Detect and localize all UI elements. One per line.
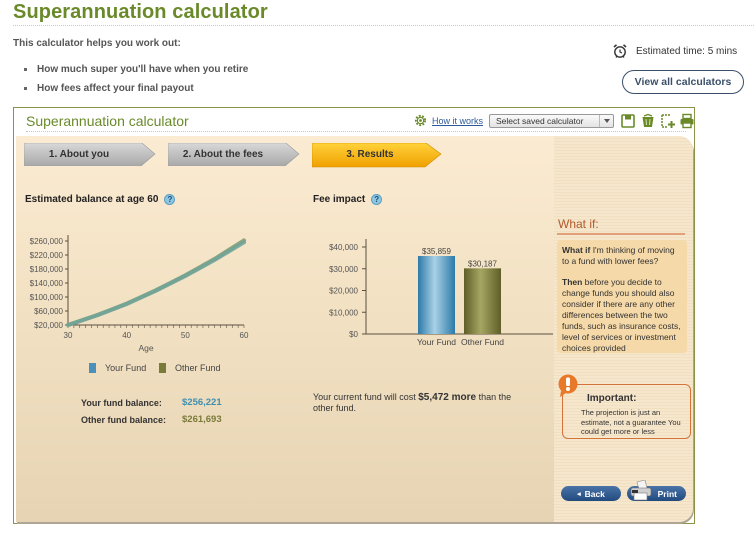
gear-icon [414,114,427,127]
important-notice: Important: The projection is just an est… [562,384,691,439]
important-title: Important: [587,393,637,404]
step-tab-about-fees[interactable]: 2. About the fees [168,143,300,166]
legend-your-fund: Your Fund [89,363,146,373]
your-fund-balance-value: $256,221 [182,397,222,408]
y-tick-label: $260,000 [30,237,64,246]
fee-impact-bar-chart: $0 $10,000 $20,000 $30,000 $40,000 $35,859 You… [329,239,553,346]
balance-section-title: Estimated balance at age 60 ? [25,194,176,205]
other-fund-balance-label: Other fund balance: [81,415,167,425]
step-tab-results[interactable]: 3. Results [312,143,442,168]
fee-note-prefix: Your current fund will cost [313,392,416,402]
what-if-divider [557,233,685,235]
x-tick-label: 40 [122,331,131,340]
legend-swatch [89,363,96,373]
x-axis-label: Age [138,343,153,353]
bar-other-fund [464,268,501,334]
print-button[interactable]: Print [627,480,686,501]
legend-other-fund: Other Fund [159,363,221,373]
x-category-label: Your Fund [417,337,456,346]
help-icon[interactable]: ? [371,194,383,205]
x-tick-label: 60 [240,331,249,340]
what-if-answer-text: before you decide to change funds you sh… [562,277,681,353]
feature-item: How much super you'll have when you reti… [24,64,248,83]
important-text: The projection is just an estimate, not … [581,408,681,436]
legend-label: Other Fund [175,363,221,373]
y-tick-label: $20,000 [34,321,63,330]
warning-icon [558,374,578,397]
calculator-title: Superannuation calculator [26,113,189,129]
back-button[interactable]: ◂ Back [561,486,621,501]
intro-text: This calculator helps you work out: [13,38,181,49]
y-tick-label: $100,000 [30,293,64,302]
y-tick-label: $0 [349,330,358,339]
y-tick-label: $140,000 [30,279,64,288]
bar-data-label: $35,859 [422,247,451,256]
step-label: 3. Results [346,149,394,160]
fee-impact-title: Fee impact [313,194,366,205]
view-all-calculators-button[interactable]: View all calculators [622,70,744,94]
what-if-answer-lead: Then [562,277,583,287]
save-icon[interactable] [620,113,636,129]
x-tick-label: 30 [64,331,73,340]
y-tick-label: $20,000 [329,287,358,296]
your-fund-balance-label: Your fund balance: [81,398,162,408]
calculator-panel: Superannuation calculator How it works S… [13,107,695,524]
help-icon[interactable]: ? [164,194,176,205]
fee-note-amount: $5,472 more [418,392,477,403]
y-tick-label: $30,000 [329,265,358,274]
estimated-time: Estimated time: 5 mins [612,43,737,59]
y-tick-label: $10,000 [329,308,358,317]
x-category-label: Other Fund [461,337,504,346]
legend-swatch [159,363,166,373]
alarm-clock-icon [613,44,627,58]
y-tick-label: $180,000 [30,265,64,274]
fee-impact-section-title: Fee impact ? [313,194,383,205]
page-title: Superannuation calculator [13,1,268,23]
bar-data-label: $30,187 [468,259,497,268]
y-tick-label: $220,000 [30,251,64,260]
chevron-down-icon [599,115,613,127]
x-tick-label: 50 [181,331,190,340]
back-arrow-icon: ◂ [577,490,581,498]
title-divider [13,25,754,26]
how-it-works-label: How it works [432,115,484,126]
how-it-works-link[interactable]: How it works [414,114,483,127]
print-label: Print [657,488,677,499]
step-label: 2. About the fees [182,149,264,160]
print-icon[interactable] [679,113,695,129]
feature-list: How much super you'll have when you reti… [24,64,248,101]
what-if-title: What if: [558,217,599,231]
series-line-other-fund [66,238,246,327]
printer-icon [630,480,652,501]
what-if-answer: Then before you decide to change funds y… [562,277,682,354]
what-if-question-lead: What if [562,245,591,255]
new-calculator-icon[interactable] [660,113,676,129]
legend-label: Your Fund [105,363,147,373]
fee-impact-note: Your current fund will cost $5,472 more … [313,392,533,414]
feature-item: How fees affect your final payout [24,83,248,102]
balance-line-chart: $20,000 $60,000 $100,000 $140,000 $180,000 $2… [30,235,249,353]
step-label: 1. About you [48,149,110,160]
what-if-box: What if I'm thinking of moving to a fund… [557,240,687,353]
delete-icon[interactable] [640,113,656,129]
back-label: Back [584,488,605,499]
estimated-time-label: Estimated time: 5 mins [636,45,738,57]
balance-title: Estimated balance at age 60 [25,194,159,205]
step-tab-about-you[interactable]: 1. About you [24,143,156,166]
saved-calculator-select[interactable]: Select saved calculator [489,114,614,128]
y-tick-label: $60,000 [34,307,63,316]
calculator-title-divider [26,131,686,132]
what-if-question: What if I'm thinking of moving to a fund… [562,245,682,267]
bar-your-fund [418,256,455,334]
results-panel: 1. About you 2. About the fees 3. Result… [16,136,693,522]
y-tick-label: $40,000 [329,243,358,252]
other-fund-balance-value: $261,693 [182,414,222,425]
saved-calculator-value: Select saved calculator [496,116,584,126]
